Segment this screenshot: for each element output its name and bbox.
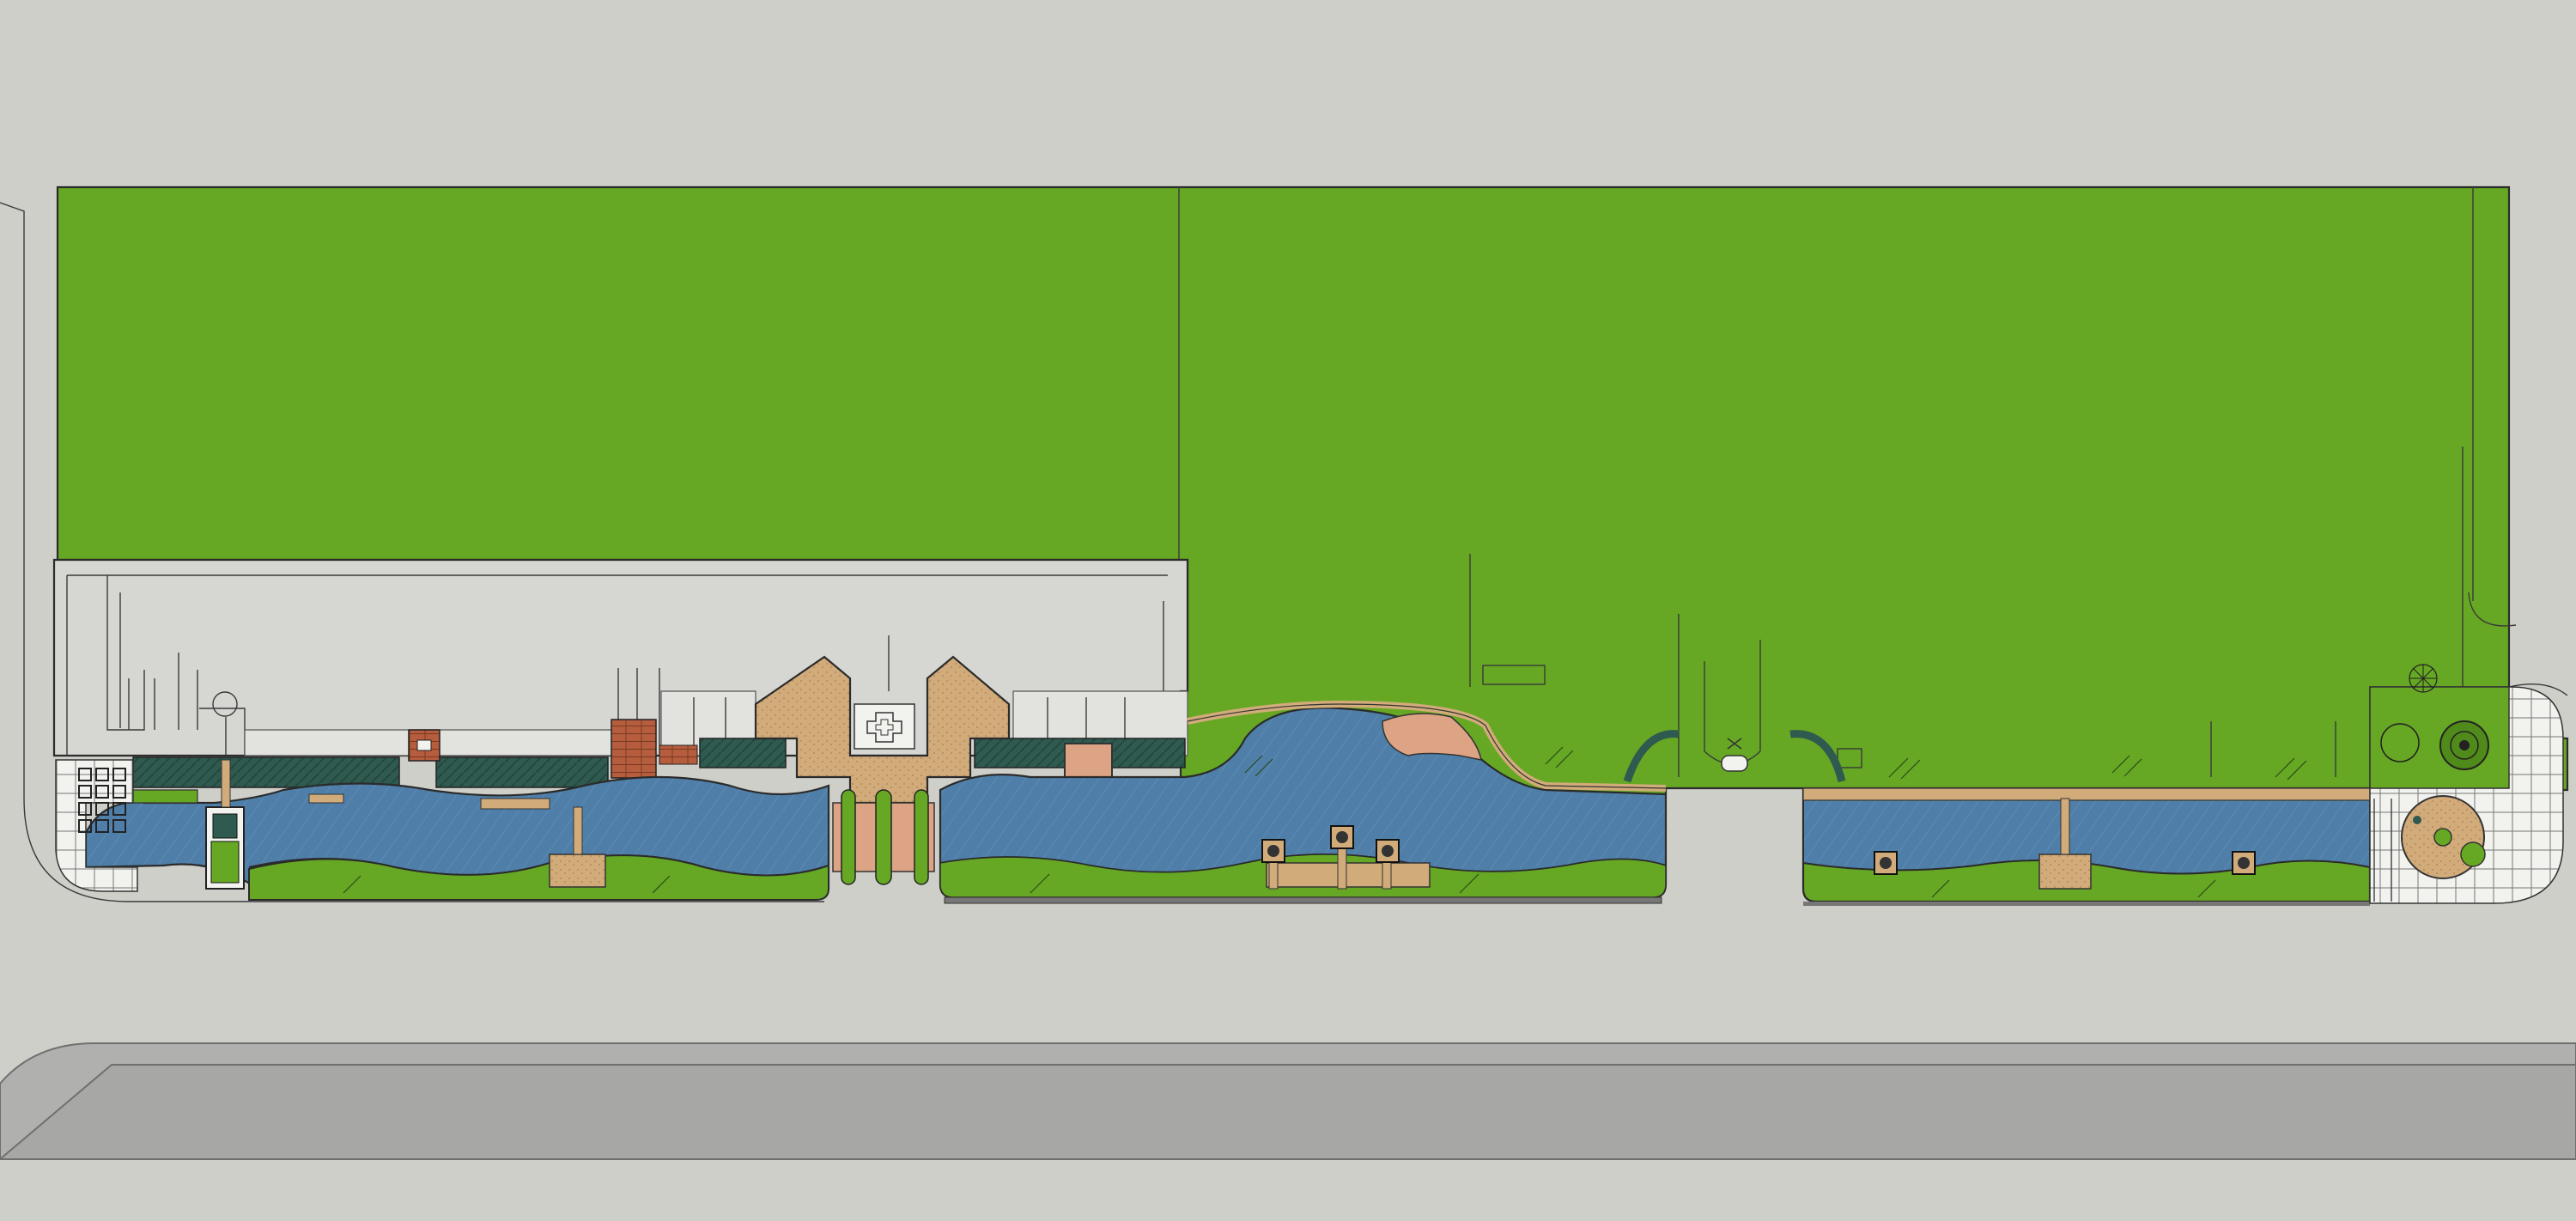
east-corner-plaza [2369,664,2564,904]
brick-terrace [611,719,657,779]
west-jetty [549,853,606,888]
central-bridge [832,789,935,885]
brick-steps [659,744,698,765]
site-plan [0,0,2576,1221]
circular-plaza-icon [2401,795,2486,879]
south-road [0,1042,2576,1160]
